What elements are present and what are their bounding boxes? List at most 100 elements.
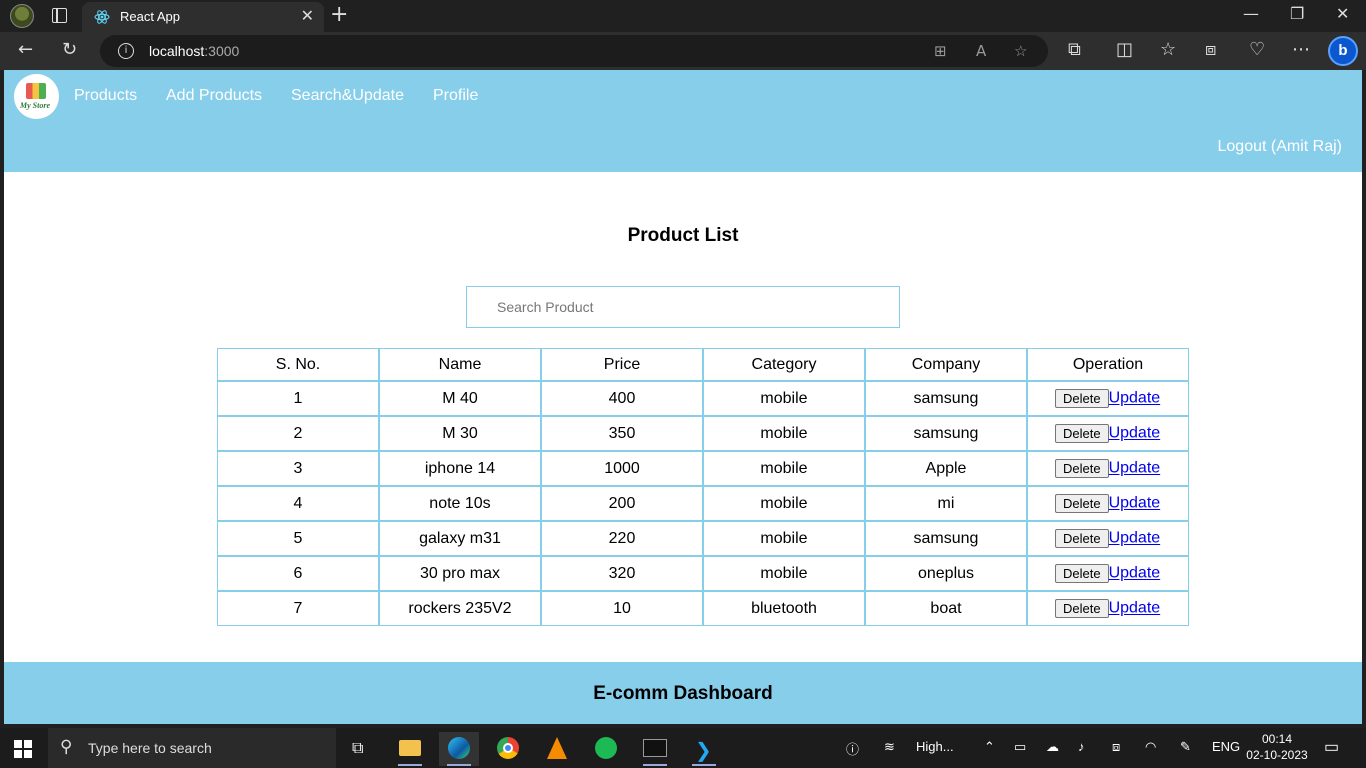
taskbar-search-box[interactable]: ⚲ Type here to search — [48, 728, 336, 768]
cell-price: 200 — [541, 486, 703, 521]
tab-actions-icon[interactable] — [52, 8, 67, 23]
column-header-price: Price — [541, 348, 703, 381]
read-aloud-icon[interactable]: A — [976, 42, 986, 60]
wifi-icon[interactable]: ◠ — [1145, 739, 1156, 755]
column-header-sno: S. No. — [217, 348, 379, 381]
cell-category: bluetooth — [703, 591, 865, 626]
battery-icon[interactable]: ▭ — [1014, 739, 1026, 755]
nav-link-products[interactable]: Products — [74, 87, 137, 105]
cell-category: mobile — [703, 521, 865, 556]
update-link[interactable]: Update — [1109, 600, 1161, 617]
cell-category: mobile — [703, 556, 865, 591]
cell-sno: 5 — [217, 521, 379, 556]
cell-company: samsung — [865, 381, 1027, 416]
update-link[interactable]: Update — [1109, 460, 1161, 477]
nav-link-profile[interactable]: Profile — [433, 87, 478, 105]
weather-icon[interactable]: ≋ — [884, 739, 895, 755]
delete-button[interactable]: Delete — [1055, 494, 1109, 513]
extensions-icon[interactable]: ⧉ — [1068, 39, 1081, 60]
cell-sno: 1 — [217, 381, 379, 416]
close-window-icon[interactable]: ✕ — [1336, 4, 1349, 23]
delete-button[interactable]: Delete — [1055, 459, 1109, 478]
cell-company: samsung — [865, 416, 1027, 451]
split-screen-icon[interactable]: ◫ — [1116, 39, 1133, 60]
language-indicator[interactable]: ENG — [1212, 739, 1240, 754]
app-available-icon[interactable]: ⊞ — [934, 42, 947, 60]
cell-name: M 30 — [379, 416, 541, 451]
address-bar[interactable]: i localhost:3000 ⊞ A ☆ — [100, 35, 1048, 67]
chrome-icon[interactable] — [488, 732, 528, 766]
table-row: 4 note 10s 200 mobile mi Delete Update — [217, 486, 1189, 521]
spotify-icon[interactable] — [586, 732, 626, 766]
web-page: My Store Products Add Products Search&Up… — [4, 70, 1362, 724]
cell-company: Apple — [865, 451, 1027, 486]
system-clock[interactable]: 00:14 02-10-2023 — [1244, 731, 1310, 763]
delete-button[interactable]: Delete — [1055, 389, 1109, 408]
file-explorer-icon[interactable] — [390, 732, 430, 766]
url-text[interactable]: localhost:3000 — [149, 43, 239, 59]
cell-operation: Delete Update — [1027, 521, 1189, 556]
collections-icon[interactable]: ⧈ — [1205, 39, 1216, 60]
cell-category: mobile — [703, 486, 865, 521]
cell-price: 1000 — [541, 451, 703, 486]
update-link[interactable]: Update — [1109, 425, 1161, 442]
browser-essentials-icon[interactable]: ♡ — [1249, 39, 1265, 60]
cell-sno: 4 — [217, 486, 379, 521]
update-link[interactable]: Update — [1109, 390, 1161, 407]
show-hidden-icons[interactable]: ⌃ — [984, 739, 995, 755]
back-icon[interactable]: ← — [18, 39, 33, 60]
cell-name: galaxy m31 — [379, 521, 541, 556]
footer-title: E-comm Dashboard — [593, 683, 773, 704]
search-icon: ⚲ — [60, 737, 73, 757]
update-link[interactable]: Update — [1109, 565, 1161, 582]
nav-link-search-update[interactable]: Search&Update — [291, 87, 404, 105]
logout-link[interactable]: Logout (Amit Raj) — [1218, 138, 1343, 156]
volume-icon[interactable]: ♪ — [1078, 739, 1085, 754]
new-tab-icon[interactable]: + — [330, 2, 348, 27]
refresh-icon[interactable]: ↻ — [62, 39, 77, 60]
vlc-icon[interactable] — [537, 732, 577, 766]
edge-browser-icon[interactable] — [439, 732, 479, 766]
restore-icon[interactable]: ❐ — [1290, 4, 1304, 23]
column-header-name: Name — [379, 348, 541, 381]
notifications-icon[interactable]: ▭ — [1324, 737, 1339, 757]
help-icon[interactable]: ⓘ — [846, 739, 859, 758]
weather-text[interactable]: High... — [916, 739, 954, 754]
delete-button[interactable]: Delete — [1055, 564, 1109, 583]
minimize-icon[interactable]: — — [1243, 4, 1259, 23]
profile-avatar[interactable] — [10, 4, 34, 28]
update-link[interactable]: Update — [1109, 530, 1161, 547]
cell-price: 10 — [541, 591, 703, 626]
pen-icon[interactable]: ✎ — [1180, 739, 1191, 755]
browser-tab[interactable]: React App ✕ — [82, 2, 324, 32]
cell-price: 350 — [541, 416, 703, 451]
vscode-icon[interactable]: ❯ — [684, 732, 724, 766]
tab-close-icon[interactable]: ✕ — [301, 6, 314, 25]
store-logo[interactable]: My Store — [14, 74, 59, 119]
onedrive-icon[interactable]: ☁ — [1046, 739, 1059, 755]
delete-button[interactable]: Delete — [1055, 599, 1109, 618]
delete-button[interactable]: Delete — [1055, 529, 1109, 548]
task-view-icon[interactable]: ⧉ — [340, 732, 380, 766]
column-header-operation: Operation — [1027, 348, 1189, 381]
page-title: Product List — [627, 225, 739, 246]
windows-start-icon[interactable] — [14, 740, 32, 758]
cell-sno: 7 — [217, 591, 379, 626]
react-icon — [94, 10, 110, 24]
column-header-category: Category — [703, 348, 865, 381]
favorites-icon[interactable]: ☆ — [1160, 39, 1176, 60]
search-input[interactable] — [466, 286, 900, 328]
cell-name: 30 pro max — [379, 556, 541, 591]
delete-button[interactable]: Delete — [1055, 424, 1109, 443]
favorite-star-icon[interactable]: ☆ — [1014, 42, 1027, 60]
meet-now-icon[interactable]: ⧈ — [1112, 739, 1120, 755]
bing-copilot-icon[interactable]: b — [1328, 36, 1358, 66]
table-row: 3 iphone 14 1000 mobile Apple Delete Update — [217, 451, 1189, 486]
site-info-icon[interactable]: i — [118, 43, 134, 59]
more-options-icon[interactable]: ⋯ — [1292, 39, 1310, 60]
terminal-icon[interactable] — [635, 732, 675, 766]
nav-link-add-products[interactable]: Add Products — [166, 87, 262, 105]
cell-name: iphone 14 — [379, 451, 541, 486]
cell-operation: Delete Update — [1027, 556, 1189, 591]
update-link[interactable]: Update — [1109, 495, 1161, 512]
